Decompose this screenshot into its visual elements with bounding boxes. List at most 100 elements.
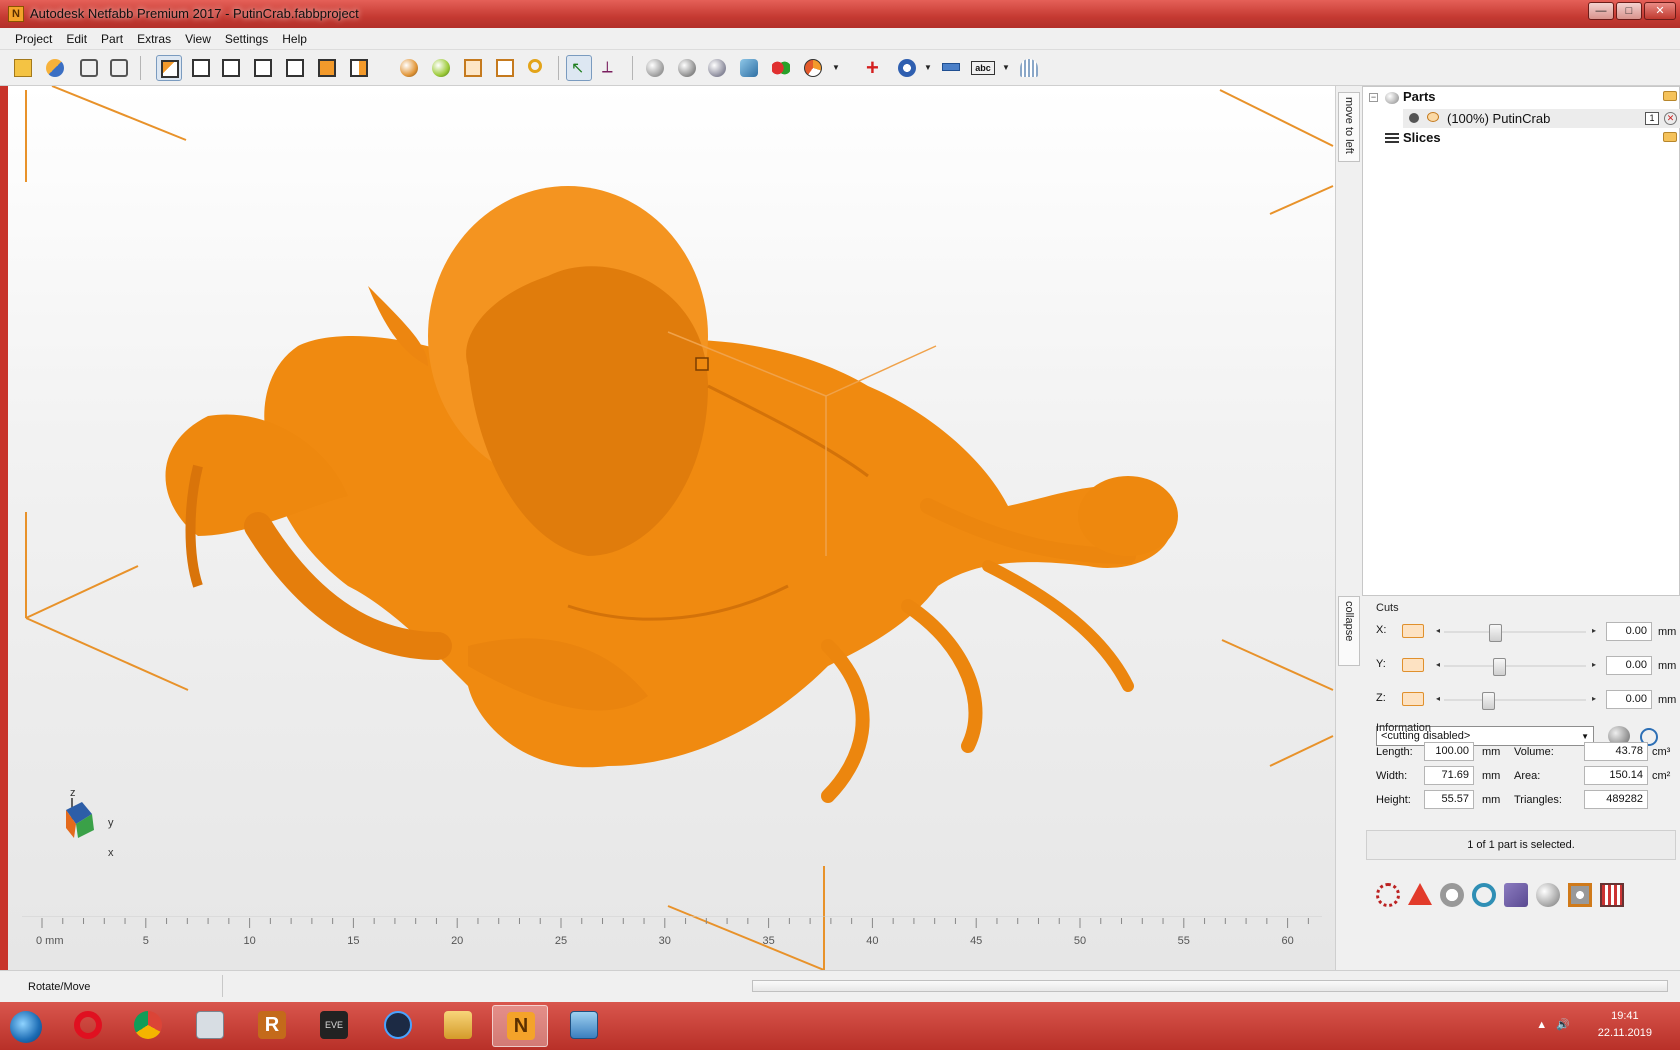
cut-z-slider[interactable]: ◂ ▸ <box>1436 692 1596 710</box>
3d-viewport[interactable]: z y x 0 mm 51015202530354045505560657075… <box>8 86 1336 970</box>
menu-extras[interactable]: Extras <box>130 28 178 50</box>
view-front-icon[interactable] <box>188 55 214 81</box>
cut-y-value[interactable]: 0.00 <box>1606 656 1652 675</box>
move-to-left-tab[interactable]: move to left <box>1338 92 1360 162</box>
view-bottom-icon[interactable] <box>346 55 372 81</box>
triangles-label: Triangles: <box>1514 794 1562 806</box>
repair-gear-icon[interactable] <box>1376 883 1400 907</box>
rotate-icon[interactable] <box>674 55 700 81</box>
orange-box-icon[interactable] <box>1568 883 1592 907</box>
putin-crab-model[interactable] <box>165 186 1179 803</box>
menu-edit[interactable]: Edit <box>59 28 94 50</box>
taskbar-photos[interactable] <box>556 1005 612 1047</box>
side-tabs: move to left collapse <box>1336 86 1362 970</box>
slices-icon[interactable] <box>1016 55 1042 81</box>
mesh-dropdown-icon[interactable]: ▼ <box>924 63 932 72</box>
view-left-icon[interactable] <box>250 55 276 81</box>
cut-x-slider-thumb[interactable] <box>1488 624 1502 642</box>
taskbar-explorer[interactable] <box>430 1005 486 1047</box>
status-bar: Rotate/Move <box>0 970 1680 1002</box>
tree-parts-node[interactable]: Parts <box>1385 87 1436 106</box>
open-project-icon[interactable] <box>10 55 36 81</box>
view-back-icon[interactable] <box>218 55 244 81</box>
maximize-button[interactable]: □ <box>1616 2 1642 20</box>
taskbar-netfabb[interactable]: N <box>492 1005 548 1047</box>
taskbar-rekordbox[interactable]: R <box>244 1005 300 1047</box>
part-index-badge: 1 <box>1645 112 1659 125</box>
part-name: (100%) PutinCrab <box>1447 111 1551 126</box>
status-progress <box>752 980 1668 992</box>
taskbar-chrome[interactable] <box>120 1005 176 1047</box>
menu-part[interactable]: Part <box>94 28 130 50</box>
ruler-zero-label: 0 mm <box>36 935 64 947</box>
zoom-all-icon[interactable] <box>492 55 518 81</box>
label-icon[interactable]: abc <box>970 55 996 81</box>
film-icon[interactable] <box>1600 883 1624 907</box>
pie-icon[interactable] <box>800 55 826 81</box>
measure-point-icon[interactable] <box>642 55 668 81</box>
zoom-icon[interactable] <box>524 55 550 81</box>
plane-icon[interactable] <box>736 55 762 81</box>
mesh-icon[interactable] <box>894 55 920 81</box>
repair-icon[interactable] <box>76 55 102 81</box>
tree-part-putincrab[interactable]: (100%) PutinCrab 1 ✕ <box>1403 109 1680 128</box>
add-support-icon[interactable]: + <box>862 55 888 81</box>
menu-help[interactable]: Help <box>275 28 314 50</box>
merge-icon[interactable] <box>1440 883 1464 907</box>
start-button[interactable] <box>0 1005 52 1047</box>
cut-x-value[interactable]: 0.00 <box>1606 622 1652 641</box>
section-icon[interactable] <box>768 55 794 81</box>
view-right-icon[interactable] <box>282 55 308 81</box>
collapse-tab[interactable]: collapse <box>1338 596 1360 666</box>
select-tool-icon[interactable]: ↖ <box>566 55 592 81</box>
pie-dropdown-icon[interactable]: ▼ <box>832 63 840 72</box>
information-panel: Information Length: 100.00 mm Width: 71.… <box>1366 722 1676 832</box>
cut-z-value[interactable]: 0.00 <box>1606 690 1652 709</box>
cut-x-slider[interactable]: ◂ ▸ <box>1436 624 1596 642</box>
view-default-icon[interactable] <box>156 55 182 81</box>
menu-settings[interactable]: Settings <box>218 28 275 50</box>
move-tool-icon[interactable]: ⟂ <box>598 55 624 81</box>
bounding-box-icon[interactable] <box>460 55 486 81</box>
title-bar: N Autodesk Netfabb Premium 2017 - PutinC… <box>0 0 1680 28</box>
color-icon[interactable] <box>428 55 454 81</box>
tree-slices-node[interactable]: Slices <box>1385 128 1441 147</box>
minimize-button[interactable]: — <box>1588 2 1614 20</box>
cube-icon[interactable] <box>1504 883 1528 907</box>
view-top-icon[interactable] <box>314 55 340 81</box>
system-tray[interactable]: ▲ 🔊 <box>1536 1018 1570 1031</box>
refresh-icon[interactable] <box>1472 883 1496 907</box>
shading-icon[interactable] <box>396 55 422 81</box>
cut-y-slider[interactable]: ◂ ▸ <box>1436 658 1596 676</box>
parts-label: Parts <box>1403 89 1436 104</box>
remove-part-icon[interactable]: ✕ <box>1664 112 1677 125</box>
add-part-icon[interactable] <box>42 55 68 81</box>
label-dropdown-icon[interactable]: ▼ <box>1002 63 1010 72</box>
warning-icon[interactable] <box>1408 883 1432 905</box>
volume-label: Volume: <box>1514 746 1554 758</box>
taskbar-opera[interactable] <box>60 1005 116 1047</box>
align-icon[interactable] <box>704 55 730 81</box>
cut-y-toggle[interactable] <box>1402 658 1424 672</box>
ruler-icon[interactable] <box>938 55 964 81</box>
parts-folder-icon[interactable] <box>1663 91 1677 101</box>
window-title: Autodesk Netfabb Premium 2017 - PutinCra… <box>30 6 359 21</box>
taskbar-eve-online[interactable]: EVE <box>306 1005 362 1047</box>
build-scene[interactable]: z y x <box>8 86 1336 970</box>
cut-z-slider-thumb[interactable] <box>1482 692 1496 710</box>
slices-folder-icon[interactable] <box>1663 132 1677 142</box>
collapse-label: collapse <box>1343 601 1355 642</box>
taskbar-blender[interactable] <box>370 1005 426 1047</box>
new-part-icon[interactable] <box>106 55 132 81</box>
cut-z-toggle[interactable] <box>1402 692 1424 706</box>
menu-project[interactable]: Project <box>8 28 59 50</box>
parts-expander[interactable]: − <box>1369 93 1378 102</box>
taskbar-calculator[interactable] <box>182 1005 238 1047</box>
taskbar-clock[interactable]: 19:41 22.11.2019 <box>1598 1008 1652 1042</box>
sphere-icon[interactable] <box>1536 883 1560 907</box>
close-window-button[interactable]: ✕ <box>1644 2 1676 20</box>
menu-view[interactable]: View <box>178 28 218 50</box>
cut-x-toggle[interactable] <box>1402 624 1424 638</box>
eye-icon[interactable] <box>1427 112 1439 122</box>
cut-y-slider-thumb[interactable] <box>1492 658 1506 676</box>
